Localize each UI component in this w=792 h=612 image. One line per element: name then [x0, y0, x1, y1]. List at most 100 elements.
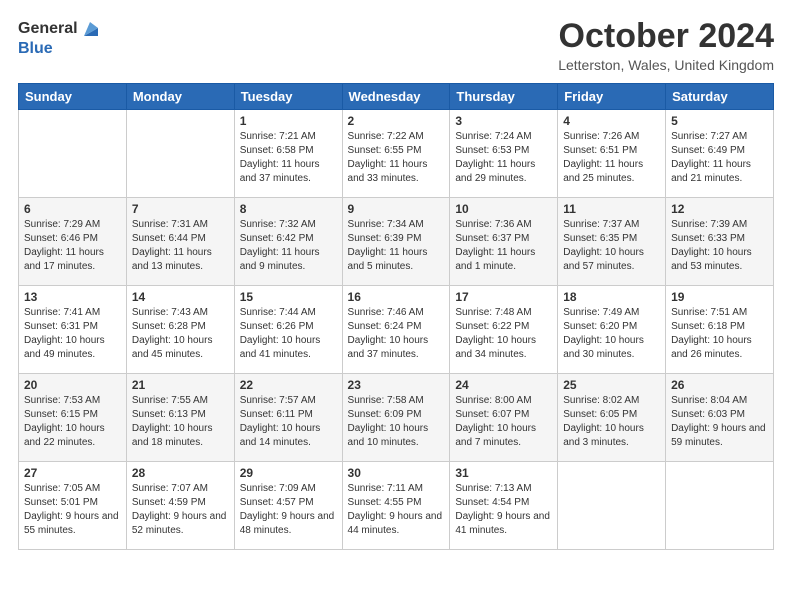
day-number: 27: [24, 466, 121, 480]
day-number: 22: [240, 378, 337, 392]
cell-content: Sunrise: 8:04 AM Sunset: 6:03 PM Dayligh…: [671, 394, 768, 450]
calendar-cell: 19Sunrise: 7:51 AM Sunset: 6:18 PM Dayli…: [666, 286, 774, 374]
logo-blue-text: Blue: [18, 40, 53, 57]
header: General Blue October 2024 Letterston, Wa…: [18, 18, 774, 73]
calendar-cell: 25Sunrise: 8:02 AM Sunset: 6:05 PM Dayli…: [558, 374, 666, 462]
day-header-saturday: Saturday: [666, 84, 774, 110]
calendar-cell: 3 Sunrise: 7:24 AM Sunset: 6:53 PM Daylig…: [450, 110, 558, 198]
cell-content: Sunrise: 7:09 AM Sunset: 4:57 PM Dayligh…: [240, 482, 337, 538]
day-header-friday: Friday: [558, 84, 666, 110]
day-number: 24: [455, 378, 552, 392]
day-number: 2: [348, 114, 445, 128]
calendar-cell: 5Sunrise: 7:27 AM Sunset: 6:49 PM Daylig…: [666, 110, 774, 198]
day-number: 28: [132, 466, 229, 480]
calendar-cell: 1 Sunrise: 7:21 AM Sunset: 6:58 PM Daylig…: [234, 110, 342, 198]
cell-content: Sunrise: 7:22 AM Sunset: 6:55 PM Dayligh…: [348, 130, 445, 186]
cell-content: Sunrise: 7:31 AM Sunset: 6:44 PM Dayligh…: [132, 218, 229, 274]
week-row-3: 13Sunrise: 7:41 AM Sunset: 6:31 PM Dayli…: [19, 286, 774, 374]
day-number: 16: [348, 290, 445, 304]
calendar-cell: 10 Sunrise: 7:36 AM Sunset: 6:37 PM Dayli…: [450, 198, 558, 286]
calendar-cell: [558, 462, 666, 550]
day-number: 3: [455, 114, 552, 128]
calendar-cell: 13Sunrise: 7:41 AM Sunset: 6:31 PM Dayli…: [19, 286, 127, 374]
calendar-cell: 23 Sunrise: 7:58 AM Sunset: 6:09 PM Dayli…: [342, 374, 450, 462]
calendar-cell: 8 Sunrise: 7:32 AM Sunset: 6:42 PM Daylig…: [234, 198, 342, 286]
calendar-cell: 12Sunrise: 7:39 AM Sunset: 6:33 PM Dayli…: [666, 198, 774, 286]
day-number: 18: [563, 290, 660, 304]
logo-icon: [80, 18, 102, 40]
calendar-cell: 6 Sunrise: 7:29 AM Sunset: 6:46 PM Daylig…: [19, 198, 127, 286]
calendar-cell: 28 Sunrise: 7:07 AM Sunset: 4:59 PM Dayli…: [126, 462, 234, 550]
day-number: 31: [455, 466, 552, 480]
calendar-cell: 29Sunrise: 7:09 AM Sunset: 4:57 PM Dayli…: [234, 462, 342, 550]
day-header-thursday: Thursday: [450, 84, 558, 110]
title-block: October 2024 Letterston, Wales, United K…: [558, 18, 774, 73]
day-header-wednesday: Wednesday: [342, 84, 450, 110]
calendar-cell: 26 Sunrise: 8:04 AM Sunset: 6:03 PM Dayli…: [666, 374, 774, 462]
location: Letterston, Wales, United Kingdom: [558, 57, 774, 73]
calendar-cell: 24Sunrise: 8:00 AM Sunset: 6:07 PM Dayli…: [450, 374, 558, 462]
cell-content: Sunrise: 7:48 AM Sunset: 6:22 PM Dayligh…: [455, 306, 552, 362]
cell-content: Sunrise: 7:26 AM Sunset: 6:51 PM Dayligh…: [563, 130, 660, 186]
day-number: 26: [671, 378, 768, 392]
cell-content: Sunrise: 7:32 AM Sunset: 6:42 PM Dayligh…: [240, 218, 337, 274]
calendar-table: SundayMondayTuesdayWednesdayThursdayFrid…: [18, 83, 774, 550]
day-header-monday: Monday: [126, 84, 234, 110]
day-number: 17: [455, 290, 552, 304]
cell-content: Sunrise: 7:07 AM Sunset: 4:59 PM Dayligh…: [132, 482, 229, 538]
day-number: 14: [132, 290, 229, 304]
calendar-cell: 22 Sunrise: 7:57 AM Sunset: 6:11 PM Dayli…: [234, 374, 342, 462]
cell-content: Sunrise: 7:49 AM Sunset: 6:20 PM Dayligh…: [563, 306, 660, 362]
calendar-cell: 14 Sunrise: 7:43 AM Sunset: 6:28 PM Dayli…: [126, 286, 234, 374]
logo-general-text: General: [18, 20, 78, 38]
cell-content: Sunrise: 7:58 AM Sunset: 6:09 PM Dayligh…: [348, 394, 445, 450]
calendar-cell: 2 Sunrise: 7:22 AM Sunset: 6:55 PM Daylig…: [342, 110, 450, 198]
day-number: 6: [24, 202, 121, 216]
day-number: 1: [240, 114, 337, 128]
day-number: 21: [132, 378, 229, 392]
cell-content: Sunrise: 7:55 AM Sunset: 6:13 PM Dayligh…: [132, 394, 229, 450]
day-number: 11: [563, 202, 660, 216]
cell-content: Sunrise: 7:57 AM Sunset: 6:11 PM Dayligh…: [240, 394, 337, 450]
cell-content: Sunrise: 7:39 AM Sunset: 6:33 PM Dayligh…: [671, 218, 768, 274]
calendar-cell: 15Sunrise: 7:44 AM Sunset: 6:26 PM Dayli…: [234, 286, 342, 374]
day-number: 20: [24, 378, 121, 392]
cell-content: Sunrise: 7:13 AM Sunset: 4:54 PM Dayligh…: [455, 482, 552, 538]
cell-content: Sunrise: 7:53 AM Sunset: 6:15 PM Dayligh…: [24, 394, 121, 450]
calendar-cell: [19, 110, 127, 198]
cell-content: Sunrise: 7:43 AM Sunset: 6:28 PM Dayligh…: [132, 306, 229, 362]
cell-content: Sunrise: 7:36 AM Sunset: 6:37 PM Dayligh…: [455, 218, 552, 274]
calendar-cell: 11 Sunrise: 7:37 AM Sunset: 6:35 PM Dayli…: [558, 198, 666, 286]
day-number: 13: [24, 290, 121, 304]
calendar-cell: [666, 462, 774, 550]
cell-content: Sunrise: 7:37 AM Sunset: 6:35 PM Dayligh…: [563, 218, 660, 274]
day-number: 23: [348, 378, 445, 392]
cell-content: Sunrise: 7:34 AM Sunset: 6:39 PM Dayligh…: [348, 218, 445, 274]
cell-content: Sunrise: 7:21 AM Sunset: 6:58 PM Dayligh…: [240, 130, 337, 186]
cell-content: Sunrise: 7:29 AM Sunset: 6:46 PM Dayligh…: [24, 218, 121, 274]
cell-content: Sunrise: 7:27 AM Sunset: 6:49 PM Dayligh…: [671, 130, 768, 186]
cell-content: Sunrise: 7:05 AM Sunset: 5:01 PM Dayligh…: [24, 482, 121, 538]
calendar-cell: 21 Sunrise: 7:55 AM Sunset: 6:13 PM Dayli…: [126, 374, 234, 462]
cell-content: Sunrise: 7:24 AM Sunset: 6:53 PM Dayligh…: [455, 130, 552, 186]
day-number: 25: [563, 378, 660, 392]
day-header-sunday: Sunday: [19, 84, 127, 110]
cell-content: Sunrise: 7:46 AM Sunset: 6:24 PM Dayligh…: [348, 306, 445, 362]
week-row-4: 20 Sunrise: 7:53 AM Sunset: 6:15 PM Dayli…: [19, 374, 774, 462]
cell-content: Sunrise: 7:11 AM Sunset: 4:55 PM Dayligh…: [348, 482, 445, 538]
day-number: 10: [455, 202, 552, 216]
calendar-cell: 4Sunrise: 7:26 AM Sunset: 6:51 PM Daylig…: [558, 110, 666, 198]
day-number: 8: [240, 202, 337, 216]
calendar-cell: 30Sunrise: 7:11 AM Sunset: 4:55 PM Dayli…: [342, 462, 450, 550]
calendar-cell: 27 Sunrise: 7:05 AM Sunset: 5:01 PM Dayli…: [19, 462, 127, 550]
header-row: SundayMondayTuesdayWednesdayThursdayFrid…: [19, 84, 774, 110]
calendar-cell: 7Sunrise: 7:31 AM Sunset: 6:44 PM Daylig…: [126, 198, 234, 286]
page: General Blue October 2024 Letterston, Wa…: [0, 0, 792, 568]
week-row-5: 27 Sunrise: 7:05 AM Sunset: 5:01 PM Dayli…: [19, 462, 774, 550]
week-row-1: 1 Sunrise: 7:21 AM Sunset: 6:58 PM Daylig…: [19, 110, 774, 198]
logo: General Blue: [18, 18, 102, 58]
day-number: 19: [671, 290, 768, 304]
calendar-cell: [126, 110, 234, 198]
cell-content: Sunrise: 7:44 AM Sunset: 6:26 PM Dayligh…: [240, 306, 337, 362]
week-row-2: 6 Sunrise: 7:29 AM Sunset: 6:46 PM Daylig…: [19, 198, 774, 286]
